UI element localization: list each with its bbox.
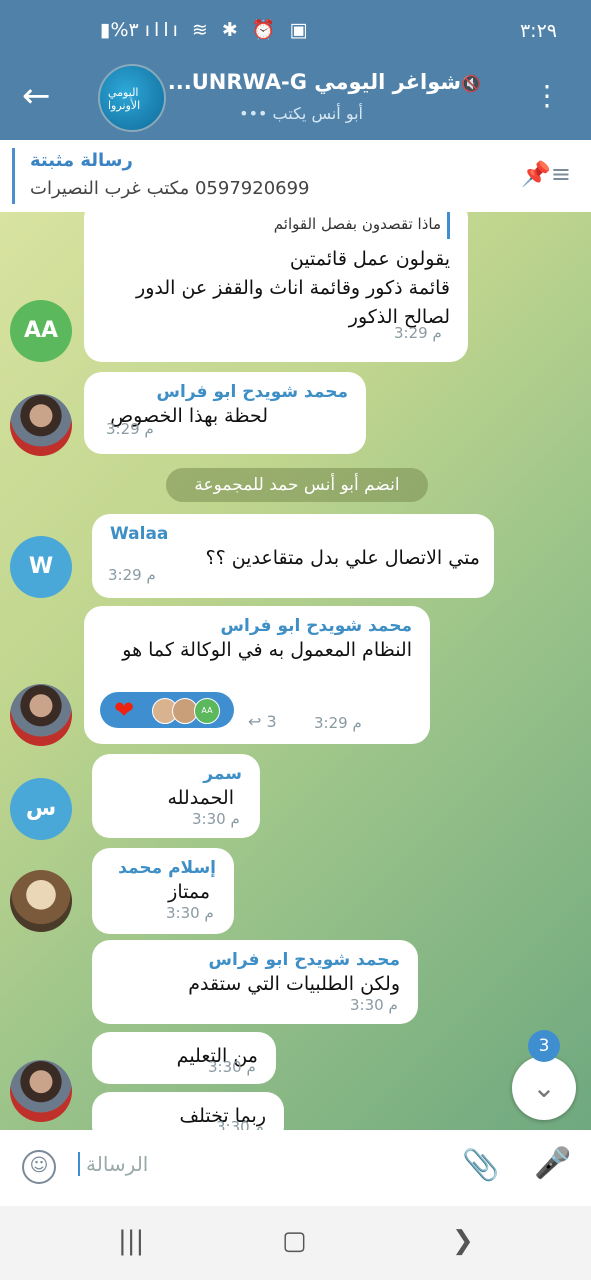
sender-name[interactable]: محمد شويدح ابو فراس (110, 950, 400, 970)
message-time: م 3:30 (208, 1058, 256, 1076)
message-bubble[interactable]: ربما تختلف م 3:30 (92, 1092, 284, 1130)
input-bar: ☺ الرسالة 📎 🎤 (0, 1130, 591, 1206)
message-time: م 3:30 (166, 904, 214, 922)
reactions[interactable]: ❤ AA (100, 692, 234, 728)
message-bubble[interactable]: Walaa متي الاتصال علي بدل متقاعدين ؟؟ م … (92, 514, 494, 598)
message-line: قائمة ذكور وقائمة اناث والقفز عن الدور (136, 277, 450, 299)
message-bubble[interactable]: ماذا تقصدون بفصل القوائم يقولون عمل قائم… (84, 212, 468, 362)
status-time: ٣:٢٩ (519, 20, 557, 42)
reply-arrow-icon: ↩ (248, 712, 262, 731)
message-time: م 3:29 (314, 714, 362, 732)
chat-area[interactable]: AA ماذا تقصدون بفصل القوائم يقولون عمل ق… (0, 212, 591, 1130)
sender-name[interactable]: Walaa (110, 524, 476, 544)
avatar[interactable] (10, 394, 72, 456)
back-nav-icon[interactable]: ❯ (452, 1226, 474, 1256)
avatar[interactable] (10, 1060, 72, 1122)
message-text: الحمدلله (167, 787, 234, 809)
message-line: يقولون عمل قائمتين (289, 248, 450, 270)
sender-name[interactable]: إسلام محمد (110, 858, 216, 878)
avatar[interactable]: W (10, 536, 72, 598)
group-avatar-text: اليومي الأونروا (108, 86, 141, 112)
message-time: م 3:29 (108, 566, 156, 584)
replies-count[interactable]: ↩ 3 (248, 712, 277, 731)
scroll-down-button[interactable]: ⌄ (512, 1056, 576, 1120)
quoted-text: ماذا تقصدون بفصل القوائم (102, 212, 450, 239)
message-bubble[interactable]: محمد شويدح ابو فراس لحظة بهذا الخصوص م 3… (84, 372, 366, 454)
group-title-text: شواغر اليومي UNRWA-G... (167, 70, 462, 94)
attach-icon[interactable]: 📎 (462, 1148, 499, 1183)
message-input[interactable]: الرسالة (78, 1152, 148, 1176)
heart-icon: ❤ (114, 696, 135, 724)
group-avatar[interactable]: اليومي الأونروا (98, 64, 166, 132)
typing-status: أبو أنس يكتب ••• (239, 104, 363, 123)
avatar[interactable] (10, 870, 72, 932)
recent-apps-icon[interactable]: ||| (118, 1226, 144, 1256)
group-title[interactable]: 🔇شواغر اليومي UNRWA-G... (168, 70, 487, 94)
message-time: م 3:29 (394, 324, 442, 342)
pinned-text: 0597920699 مكتب غرب النصيرات (30, 178, 310, 199)
message-time: م 3:29 (106, 420, 154, 438)
service-message: انضم أبو أنس حمد للمجموعة (166, 468, 428, 502)
mute-icon: 🔇 (461, 74, 481, 93)
sender-name[interactable]: محمد شويدح ابو فراس (102, 382, 348, 402)
sender-name[interactable]: محمد شويدح ابو فراس (102, 616, 412, 636)
avatar[interactable] (10, 684, 72, 746)
chat-header: ← اليومي الأونروا 🔇شواغر اليومي UNRWA-G.… (0, 64, 591, 140)
sender-name[interactable]: سمر (110, 764, 242, 784)
back-arrow-icon[interactable]: ← (22, 78, 51, 114)
message-text: ممتاز (168, 881, 210, 903)
message-time: م 3:30 (216, 1118, 264, 1130)
message-bubble[interactable]: من التعليم م 3:30 (92, 1032, 276, 1084)
unread-badge: 3 (528, 1030, 560, 1062)
message-bubble[interactable]: سمر الحمدلله م 3:30 (92, 754, 260, 838)
chevron-down-icon: ⌄ (532, 1071, 556, 1104)
pinned-message[interactable]: رسالة مثبتة 0597920699 مكتب غرب النصيرات… (0, 140, 591, 213)
message-text: النظام المعمول به في الوكالة كما هو (122, 639, 412, 661)
pinned-bar (12, 148, 15, 204)
replies-number: 3 (266, 712, 277, 731)
mic-icon[interactable]: 🎤 (534, 1146, 571, 1181)
status-icons: ▮%٣ ıllı ≋ ✱ ⏰ ▣ (100, 19, 312, 41)
message-time: م 3:30 (350, 996, 398, 1014)
system-nav-bar: ||| ▢ ❯ (0, 1206, 591, 1280)
pinned-label: رسالة مثبتة (30, 150, 133, 171)
message-time: م 3:30 (192, 810, 240, 828)
avatar[interactable]: AA (10, 300, 72, 362)
more-menu-icon[interactable]: ⋮ (533, 82, 561, 110)
status-bar: ▮%٣ ıllı ≋ ✱ ⏰ ▣ ٣:٢٩ (0, 0, 591, 64)
message-text: متي الاتصال علي بدل متقاعدين ؟؟ (205, 547, 481, 569)
reactor-avatar: AA (194, 698, 220, 724)
message-bubble[interactable]: محمد شويدح ابو فراس النظام المعمول به في… (84, 606, 430, 744)
message-bubble[interactable]: محمد شويدح ابو فراس ولكن الطلبيات التي س… (92, 940, 418, 1024)
message-text: ولكن الطلبيات التي ستقدم (188, 973, 400, 995)
avatar[interactable]: س (10, 778, 72, 840)
pinned-list-icon[interactable]: 📌≡ (521, 160, 571, 188)
home-icon[interactable]: ▢ (282, 1226, 307, 1256)
emoji-icon[interactable]: ☺ (22, 1150, 56, 1184)
message-bubble[interactable]: إسلام محمد ممتاز م 3:30 (92, 848, 234, 934)
